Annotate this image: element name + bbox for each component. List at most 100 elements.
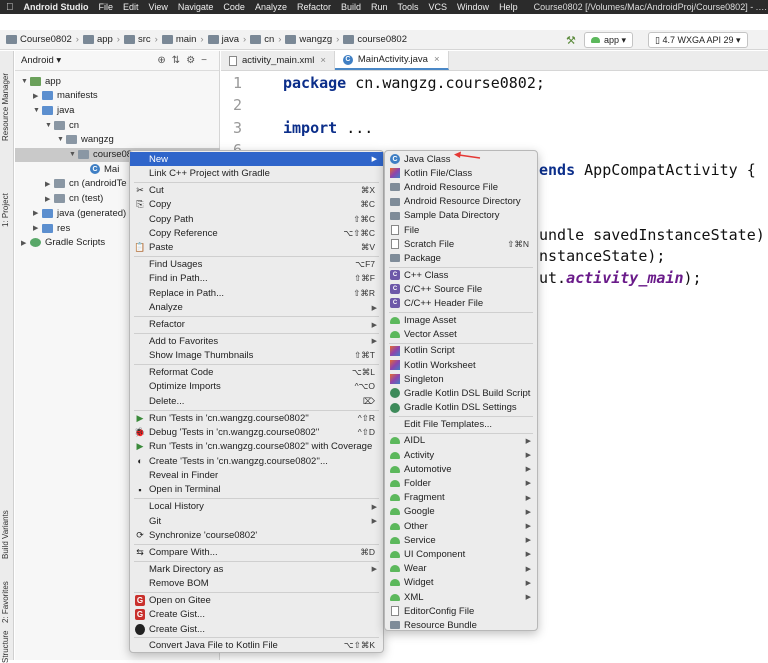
breadcrumb-item-app[interactable]: app › xyxy=(82,34,120,45)
menubar-item-edit[interactable]: Edit xyxy=(123,2,139,12)
new-submenu-item-gradle-kotlin-dsl-build-script[interactable]: Gradle Kotlin DSL Build Script xyxy=(385,386,537,400)
new-submenu-item-singleton[interactable]: Singleton xyxy=(385,372,537,386)
breadcrumb-item-course0802[interactable]: course0802 xyxy=(343,34,407,45)
new-submenu-item-package[interactable]: Package xyxy=(385,251,537,265)
new-submenu-item-wear[interactable]: Wear ▶ xyxy=(385,562,537,576)
new-submenu-item-sample-data-directory[interactable]: Sample Data Directory xyxy=(385,209,537,223)
locate-icon[interactable]: ⊕ xyxy=(157,55,171,66)
new-submenu-item-google[interactable]: Google ▶ xyxy=(385,505,537,519)
new-submenu-item-image-asset[interactable]: Image Asset xyxy=(385,313,537,327)
chevron-down-icon[interactable]: ▼ xyxy=(57,136,66,143)
new-submenu-item-vector-asset[interactable]: Vector Asset xyxy=(385,327,537,341)
context-menu-item-reformat-code[interactable]: Reformat Code ⌥⌘L xyxy=(130,365,383,379)
context-menu-item-local-history[interactable]: Local History ▶ xyxy=(130,500,383,514)
breadcrumb-item-wangzg[interactable]: wangzg › xyxy=(285,34,339,45)
new-submenu-item-scratch-file[interactable]: Scratch File ⇧⌘N xyxy=(385,237,537,251)
minimize-icon[interactable]: − xyxy=(201,55,213,66)
chevron-down-icon[interactable]: ▼ xyxy=(69,151,78,158)
context-menu-item-create-tests-in-cn-wangzg-course0802[interactable]: ◐ Create 'Tests in 'cn.wangzg.course0802'… xyxy=(130,454,383,468)
new-submenu-item-widget[interactable]: Widget ▶ xyxy=(385,576,537,590)
new-submenu-item-activity[interactable]: Activity ▶ xyxy=(385,448,537,462)
tree-node-app[interactable]: ▼ app xyxy=(15,74,220,88)
tree-node-manifests[interactable]: ▶ manifests xyxy=(15,89,220,103)
context-menu-item-copy-reference[interactable]: Copy Reference ⌥⇧⌘C xyxy=(130,226,383,240)
new-submenu-item-c-class[interactable]: C C++ Class xyxy=(385,268,537,282)
context-menu-item-compare-with[interactable]: ⇆ Compare With... ⌘D xyxy=(130,545,383,559)
context-menu-item-git[interactable]: Git ▶ xyxy=(130,514,383,528)
new-submenu-item-kotlin-worksheet[interactable]: Kotlin Worksheet xyxy=(385,358,537,372)
breadcrumb-item-course0802[interactable]: Course0802 › xyxy=(6,34,79,45)
new-submenu-item-service[interactable]: Service ▶ xyxy=(385,533,537,547)
chevron-right-icon[interactable]: ▶ xyxy=(45,195,54,203)
chevron-right-icon[interactable]: ▶ xyxy=(45,180,54,188)
structure-tab[interactable]: Structure xyxy=(1,631,10,663)
new-submenu-item-gradle-kotlin-dsl-settings[interactable]: Gradle Kotlin DSL Settings xyxy=(385,401,537,415)
context-menu-item-add-to-favorites[interactable]: Add to Favorites ▶ xyxy=(130,334,383,348)
context-menu-item-debug-tests-in-cn-wangzg-course0802[interactable]: 🐞 Debug 'Tests in 'cn.wangzg.course0802''… xyxy=(130,425,383,439)
context-menu-item-run-tests-in-cn-wangzg-course0802[interactable]: ▶ Run 'Tests in 'cn.wangzg.course0802'' ^⇧… xyxy=(130,411,383,425)
favorites-tab[interactable]: 2: Favorites xyxy=(1,581,10,623)
new-submenu-item-xml[interactable]: XML ▶ xyxy=(385,590,537,604)
new-submenu-item-folder[interactable]: Folder ▶ xyxy=(385,476,537,490)
resource-manager-tab[interactable]: Resource Manager xyxy=(1,73,10,141)
new-submenu-item-kotlin-file-class[interactable]: Kotlin File/Class xyxy=(385,166,537,180)
new-submenu-item-other[interactable]: Other ▶ xyxy=(385,519,537,533)
project-view-selector[interactable]: Android ▾ xyxy=(21,55,61,66)
chevron-right-icon[interactable]: ▶ xyxy=(33,224,42,232)
collapse-icon[interactable]: ⇅ xyxy=(172,55,186,66)
run-configuration-select[interactable]: app ▾ xyxy=(584,32,634,48)
tree-node-java[interactable]: ▼ java xyxy=(15,103,220,117)
context-menu-item-copy-path[interactable]: Copy Path ⇧⌘C xyxy=(130,212,383,226)
menubar-item-build[interactable]: Build xyxy=(341,2,361,12)
context-menu-item-reveal-in-finder[interactable]: Reveal in Finder xyxy=(130,468,383,482)
tab-activity-main-xml[interactable]: activity_main.xml × xyxy=(221,51,335,70)
chevron-down-icon[interactable]: ▼ xyxy=(45,122,54,129)
context-menu-item-paste[interactable]: 📋 Paste ⌘V xyxy=(130,241,383,255)
context-menu-item-open-on-gitee[interactable]: G Open on Gitee xyxy=(130,593,383,607)
chevron-right-icon[interactable]: ▶ xyxy=(33,209,42,217)
context-menu-item-copy[interactable]: ⎘ Copy ⌘C xyxy=(130,198,383,212)
breadcrumb-item-main[interactable]: main › xyxy=(161,34,204,45)
context-menu-item-synchronize-course0802[interactable]: ⟳ Synchronize 'course0802' xyxy=(130,528,383,542)
build-hammer-icon[interactable]: ⚒ xyxy=(566,34,576,47)
project-tab[interactable]: 1: Project xyxy=(1,193,10,227)
new-submenu-item-android-resource-file[interactable]: Android Resource File xyxy=(385,180,537,194)
menubar-item-view[interactable]: View xyxy=(149,2,168,12)
app-name-menu[interactable]: Android Studio xyxy=(24,2,89,12)
new-submenu-item-ui-component[interactable]: UI Component ▶ xyxy=(385,547,537,561)
new-submenu-item-resource-bundle[interactable]: Resource Bundle xyxy=(385,618,537,632)
new-submenu-item-android-resource-directory[interactable]: Android Resource Directory xyxy=(385,195,537,209)
new-submenu-item-c-c-header-file[interactable]: C C/C++ Header File xyxy=(385,296,537,310)
chevron-down-icon[interactable]: ▼ xyxy=(21,78,30,85)
menubar-item-file[interactable]: File xyxy=(99,2,114,12)
context-menu-item-new[interactable]: New ▶ xyxy=(130,152,383,167)
context-menu-item-create-gist[interactable]: G Create Gist... xyxy=(130,608,383,622)
context-menu-item-mark-directory-as[interactable]: Mark Directory as ▶ xyxy=(130,562,383,576)
context-menu-item-cut[interactable]: ✂ Cut ⌘X xyxy=(130,183,383,197)
new-submenu-item-aidl[interactable]: AIDL ▶ xyxy=(385,434,537,448)
tab-mainactivity-java[interactable]: C MainActivity.java × xyxy=(334,51,449,70)
new-submenu-item-file[interactable]: File xyxy=(385,223,537,237)
menubar-item-code[interactable]: Code xyxy=(223,2,245,12)
context-menu-item-find-usages[interactable]: Find Usages ⌥F7 xyxy=(130,257,383,271)
menubar-item-tools[interactable]: Tools xyxy=(398,2,419,12)
context-menu-item-create-gist[interactable]: Create Gist... xyxy=(130,622,383,636)
menubar-item-run[interactable]: Run xyxy=(371,2,388,12)
menubar-item-window[interactable]: Window xyxy=(457,2,489,12)
context-menu-item-link-c-project-with-gradle[interactable]: Link C++ Project with Gradle xyxy=(130,166,383,180)
gear-icon[interactable]: ⚙ xyxy=(186,55,201,66)
new-submenu-item-fragment[interactable]: Fragment ▶ xyxy=(385,491,537,505)
context-menu-item-open-in-terminal[interactable]: ▪ Open in Terminal xyxy=(130,483,383,497)
breadcrumb-item-java[interactable]: java › xyxy=(207,34,246,45)
context-menu-item-refactor[interactable]: Refactor ▶ xyxy=(130,317,383,331)
breadcrumb-item-cn[interactable]: cn › xyxy=(250,34,281,45)
device-select[interactable]: ▯ 4.7 WXGA API 29 ▾ xyxy=(648,32,748,48)
tree-node-wangzg[interactable]: ▼ wangzg xyxy=(15,133,220,147)
context-menu-item-replace-in-path[interactable]: Replace in Path... ⇧⌘R xyxy=(130,286,383,300)
context-menu-item-show-image-thumbnails[interactable]: Show Image Thumbnails ⇧⌘T xyxy=(130,349,383,363)
new-submenu-item-automotive[interactable]: Automotive ▶ xyxy=(385,462,537,476)
menubar-item-help[interactable]: Help xyxy=(499,2,518,12)
close-icon[interactable]: × xyxy=(320,55,326,66)
context-menu-item-run-tests-in-cn-wangzg-course0802-with-coverage[interactable]: ▶ Run 'Tests in 'cn.wangzg.course0802'' w… xyxy=(130,440,383,454)
tree-node-cn[interactable]: ▼ cn xyxy=(15,118,220,132)
